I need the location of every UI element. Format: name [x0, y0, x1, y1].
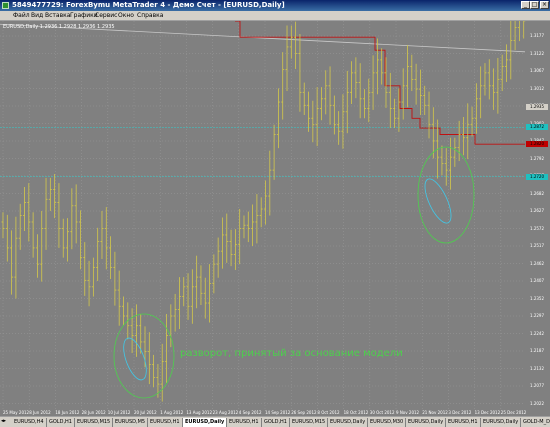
price-tick-label: 1.2187	[530, 348, 544, 353]
chart-tab[interactable]: EURUSD,Daily	[481, 418, 522, 427]
tab-scroll-arrows-icon[interactable]: ◂▸	[1, 418, 6, 424]
window-title: 5849477729: ForexBymu MetaTrader 4 - Дем…	[12, 1, 285, 9]
chart-tab[interactable]: GOLD-M_D,Daily (offline)	[521, 418, 550, 427]
price-tick-label: 1.2297	[530, 313, 544, 318]
price-tag: 1.2935	[526, 103, 548, 110]
chart-tab[interactable]: EURUSD,M5	[113, 418, 149, 427]
chart-tab-bar: ◂▸ EURUSD,H4 GOLD,H1 EURUSD,M15 EURUSD,M5 EU…	[0, 416, 550, 427]
price-chart[interactable]: EURUSD,Daily 1.2936 1.2928 1.2936 1.2935…	[0, 21, 550, 415]
chart-tab[interactable]: EURUSD,H1	[227, 418, 262, 427]
price-tick-label: 1.3012	[530, 85, 544, 91]
chart-tab[interactable]: EURUSD,M30	[368, 418, 407, 427]
symbol-info-label: EURUSD,Daily 1.2936 1.2928 1.2936 1.2935	[3, 24, 115, 30]
price-tag: 1.2872	[526, 124, 548, 131]
chart-tab[interactable]: EURUSD,M15	[290, 418, 329, 427]
price-tick-label: 1.2517	[530, 243, 544, 248]
price-tick-label: 1.2462	[530, 260, 544, 266]
price-tick-label: 1.2792	[530, 155, 544, 161]
menu-item-tools[interactable]: Сервис	[95, 12, 117, 20]
price-tick-label: 1.2572	[530, 225, 544, 231]
menu-item-help[interactable]: Справка	[137, 12, 163, 20]
chart-tab[interactable]: EURUSD,M15	[75, 418, 114, 427]
menu-item-view[interactable]: Вид	[31, 12, 43, 20]
chart-tab[interactable]: GOLD,H1	[262, 418, 290, 427]
chart-tab[interactable]: EURUSD,H4	[12, 418, 47, 427]
menu-bar: Файл Вид Вставка Графики Сервис Окно Спр…	[0, 11, 550, 21]
price-tick-label: 1.3177	[530, 33, 544, 38]
chart-tab[interactable]: EURUSD,Daily	[183, 418, 228, 427]
price-tick-label: 1.2022	[530, 400, 544, 406]
chart-tab[interactable]: EURUSD,H1	[148, 418, 183, 427]
menu-item-charts[interactable]: Графики	[70, 12, 98, 20]
menu-item-insert[interactable]: Вставка	[45, 12, 70, 20]
price-tick-label: 1.2682	[530, 190, 544, 196]
price-tick-label: 1.2352	[530, 295, 544, 301]
chart-tab[interactable]: EURUSD,H1	[446, 418, 481, 427]
price-tick-label: 1.3122	[530, 50, 544, 56]
title-bar: 5849477729: ForexBymu MetaTrader 4 - Дем…	[0, 0, 550, 11]
price-tag: 1.2720	[526, 173, 548, 180]
price-tick-label: 1.2627	[530, 208, 544, 213]
app-icon	[2, 2, 9, 9]
minimize-icon[interactable]: _	[521, 1, 530, 9]
chart-annotation: разворот, принятый за основание модели	[180, 348, 403, 359]
chart-tab[interactable]: GOLD,H1	[47, 418, 75, 427]
price-tick-label: 1.3067	[530, 68, 544, 73]
maximize-icon[interactable]: □	[530, 1, 539, 9]
price-tag: 1.2820	[526, 141, 548, 148]
price-tick-label: 1.2242	[530, 330, 544, 336]
price-tick-label: 1.2132	[530, 365, 544, 371]
menu-item-file[interactable]: Файл	[13, 12, 30, 20]
chart-tab[interactable]: EURUSD,Daily	[328, 418, 369, 427]
chart-tab[interactable]: EURUSD,Daily	[406, 418, 447, 427]
menu-item-window[interactable]: Окно	[118, 12, 134, 20]
price-tick-label: 1.2077	[530, 383, 544, 388]
close-icon[interactable]: ×	[540, 1, 549, 9]
price-tick-label: 1.2407	[530, 278, 544, 283]
